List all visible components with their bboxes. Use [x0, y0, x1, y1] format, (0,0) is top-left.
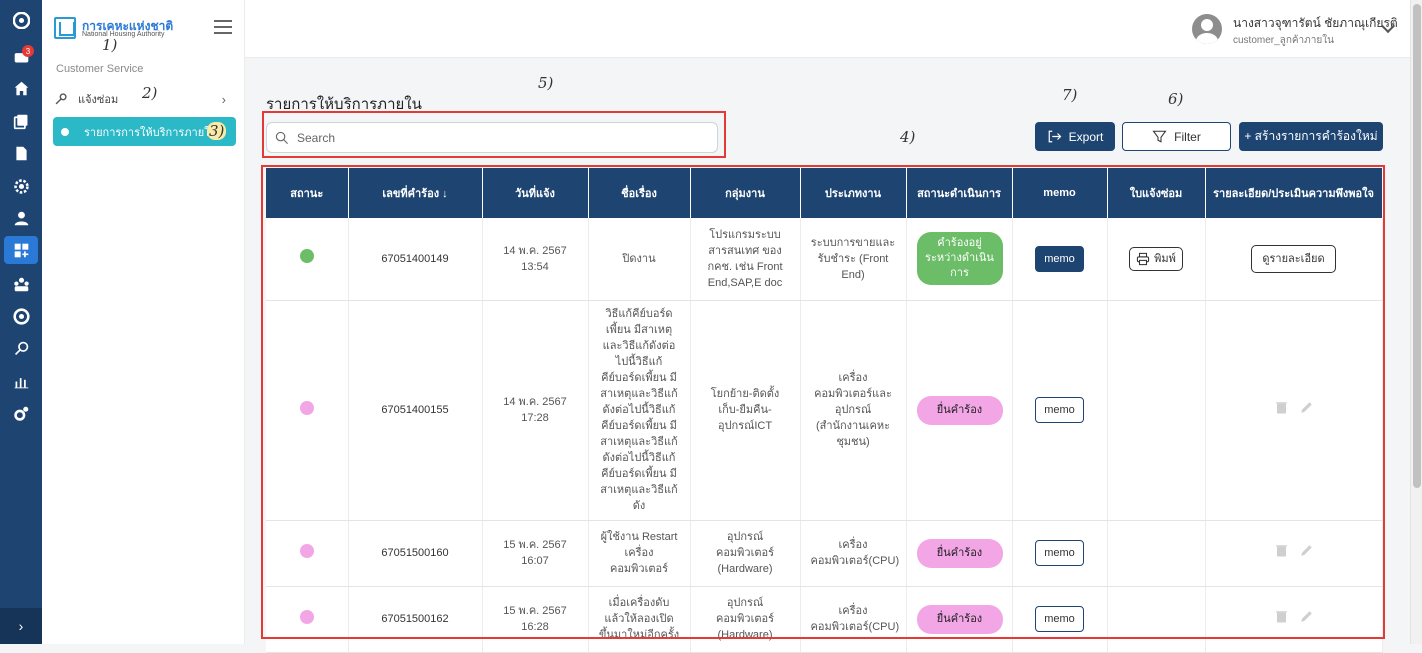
documents-icon[interactable]	[0, 107, 42, 135]
annotation-label: 6)	[1168, 90, 1184, 108]
annotation-label: 7)	[1062, 86, 1078, 104]
active-dot-icon	[61, 127, 69, 136]
logo-subtitle: National Housing Authority	[82, 31, 165, 38]
export-button[interactable]: Export	[1035, 122, 1115, 151]
home-icon[interactable]	[0, 74, 42, 102]
top-bar: นางสาวจุฑารัตน์ ชัยภาณุเกียรติ customer_…	[245, 0, 1410, 58]
team-icon[interactable]	[0, 270, 42, 298]
user-icon[interactable]	[0, 204, 42, 232]
user-name: นางสาวจุฑารัตน์ ชัยภาณุเกียรติ	[1233, 16, 1398, 30]
create-request-button[interactable]: + สร้างรายการคำร้องใหม่	[1239, 122, 1383, 151]
support-icon[interactable]	[0, 302, 42, 330]
file-icon[interactable]	[0, 139, 42, 167]
inbox-icon[interactable]: 3	[0, 42, 42, 70]
filter-icon	[1152, 130, 1167, 143]
export-label: Export	[1068, 129, 1104, 144]
scrollbar[interactable]	[1410, 0, 1422, 644]
settings-icon[interactable]	[0, 172, 42, 200]
sidebar-item-label: รายการการให้บริการภายใน	[84, 126, 218, 139]
wrench-icon	[55, 93, 67, 105]
hamburger-menu-icon[interactable]	[214, 20, 232, 34]
icon-rail: 3 ›	[0, 0, 42, 644]
annotation-label: 2)	[142, 84, 158, 102]
chevron-right-icon: ›	[221, 91, 226, 107]
section-label: Customer Service	[56, 63, 144, 75]
expand-rail-button[interactable]: ›	[0, 608, 42, 644]
annotation-label: 4)	[900, 128, 916, 146]
annotation-label: 1)	[102, 36, 118, 54]
annotation-label: 3)	[207, 122, 227, 140]
annotation-frame-table	[261, 165, 1385, 639]
user-role: customer_ลูกค้าภายใน	[1233, 35, 1334, 46]
dashboard-add-icon[interactable]	[4, 236, 38, 264]
sidebar-item-label: แจ้งซ่อม	[78, 94, 119, 106]
annotation-frame-search	[262, 111, 726, 158]
annotation-label: 5)	[538, 74, 554, 92]
filter-label: Filter	[1174, 129, 1201, 144]
filter-button[interactable]: Filter	[1122, 122, 1231, 151]
export-icon	[1048, 130, 1062, 143]
gear-icon[interactable]	[0, 399, 42, 427]
scrollbar-thumb[interactable]	[1413, 4, 1421, 488]
search-icon[interactable]	[0, 334, 42, 362]
nha-logo-icon	[54, 17, 76, 39]
notification-badge: 3	[22, 45, 34, 57]
avatar[interactable]	[1192, 14, 1222, 44]
app-logo-icon[interactable]	[0, 6, 42, 34]
chart-icon[interactable]	[0, 367, 42, 395]
